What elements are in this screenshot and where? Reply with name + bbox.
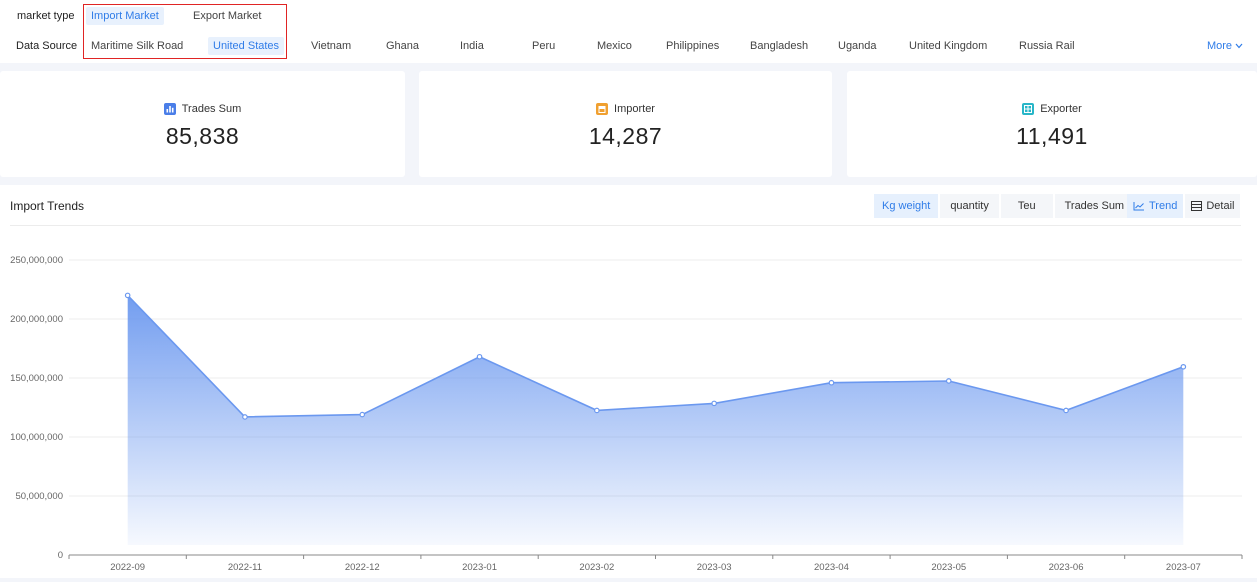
trades-sum-card: Trades Sum 85,838: [0, 71, 405, 177]
x-tick-label: 2022-09: [110, 562, 145, 573]
importer-value: 14,287: [588, 123, 663, 149]
source-ghana[interactable]: Ghana: [381, 37, 424, 55]
data-point[interactable]: [1180, 363, 1187, 370]
more-button[interactable]: More: [1207, 40, 1243, 52]
exporter-header: Exporter: [847, 103, 1257, 115]
y-tick-label: 150,000,000: [10, 373, 63, 384]
data-point[interactable]: [711, 400, 717, 407]
area-fill: [127, 295, 1184, 545]
market-type-label: market type: [17, 10, 75, 22]
exporter-value: 11,491: [1016, 123, 1088, 149]
chevron-down-icon: [1235, 43, 1243, 49]
more-label: More: [1206, 40, 1232, 52]
x-tick-label: 2023-07: [1166, 562, 1201, 573]
data-point[interactable]: [828, 379, 835, 386]
data-point[interactable]: [359, 411, 366, 418]
y-tick-label: 250,000,000: [10, 255, 63, 266]
x-tick-label: 2023-05: [931, 562, 966, 573]
source-maritime-silk-road[interactable]: Maritime Silk Road: [86, 37, 188, 55]
source-philippines[interactable]: Philippines: [661, 37, 724, 55]
exporter-card: Exporter 11,491: [847, 71, 1257, 177]
x-tick-label: 2023-01: [462, 562, 497, 573]
x-tick-label: 2023-02: [579, 562, 614, 573]
store-icon: [596, 103, 609, 115]
exporter-label: Exporter: [1040, 103, 1082, 115]
y-tick-label: 0: [58, 550, 63, 561]
building-icon: [1022, 103, 1035, 115]
y-tick-label: 200,000,000: [10, 314, 63, 325]
import-trends-panel: Import Trends Kg weight quantity Teu Tra…: [0, 185, 1257, 578]
trades-sum-value: 85,838: [165, 123, 240, 149]
trades-sum-header: Trades Sum: [0, 103, 405, 115]
bar-chart-icon: [163, 103, 176, 115]
importer-label: Importer: [614, 103, 655, 115]
source-united-states[interactable]: United States: [208, 37, 285, 55]
import-trend-chart: 0 50,000,000 100,000,000 150,000,000 200,000…: [10, 255, 1243, 573]
y-tick-label: 100,000,000: [10, 432, 63, 443]
series-line: [127, 294, 1184, 418]
y-tick-label: 50,000,000: [15, 491, 63, 502]
filter-bar: market type Import Market Export Market …: [0, 0, 1257, 63]
data-source-label: Data Source: [16, 40, 78, 52]
x-tick-label: 2023-06: [1049, 562, 1084, 573]
importer-header: Importer: [419, 103, 832, 115]
data-point[interactable]: [594, 407, 600, 414]
source-peru[interactable]: Peru: [527, 37, 560, 55]
source-mexico[interactable]: Mexico: [592, 37, 637, 55]
x-tick-label: 2022-12: [345, 562, 380, 573]
source-india[interactable]: India: [455, 37, 489, 55]
import-market-option[interactable]: Import Market: [86, 7, 164, 25]
trades-sum-label: Trades Sum: [181, 103, 242, 115]
data-point[interactable]: [124, 292, 131, 299]
data-point[interactable]: [945, 378, 952, 384]
x-tick-label: 2022-11: [228, 562, 262, 573]
data-source-row: Data Source Maritime Silk Road United St…: [0, 35, 1257, 57]
data-point[interactable]: [1063, 407, 1069, 414]
x-tick-label: 2023-03: [697, 562, 732, 573]
export-market-option[interactable]: Export Market: [188, 7, 266, 25]
importer-card: Importer 14,287: [419, 71, 832, 177]
x-tick-label: 2023-04: [814, 562, 849, 573]
source-united-kingdom[interactable]: United Kingdom: [904, 37, 992, 55]
data-point[interactable]: [476, 353, 483, 360]
source-bangladesh[interactable]: Bangladesh: [745, 37, 813, 55]
source-vietnam[interactable]: Vietnam: [306, 37, 356, 55]
source-russia-rail[interactable]: Russia Rail: [1014, 37, 1080, 55]
data-point[interactable]: [242, 414, 248, 420]
source-uganda[interactable]: Uganda: [833, 37, 882, 55]
